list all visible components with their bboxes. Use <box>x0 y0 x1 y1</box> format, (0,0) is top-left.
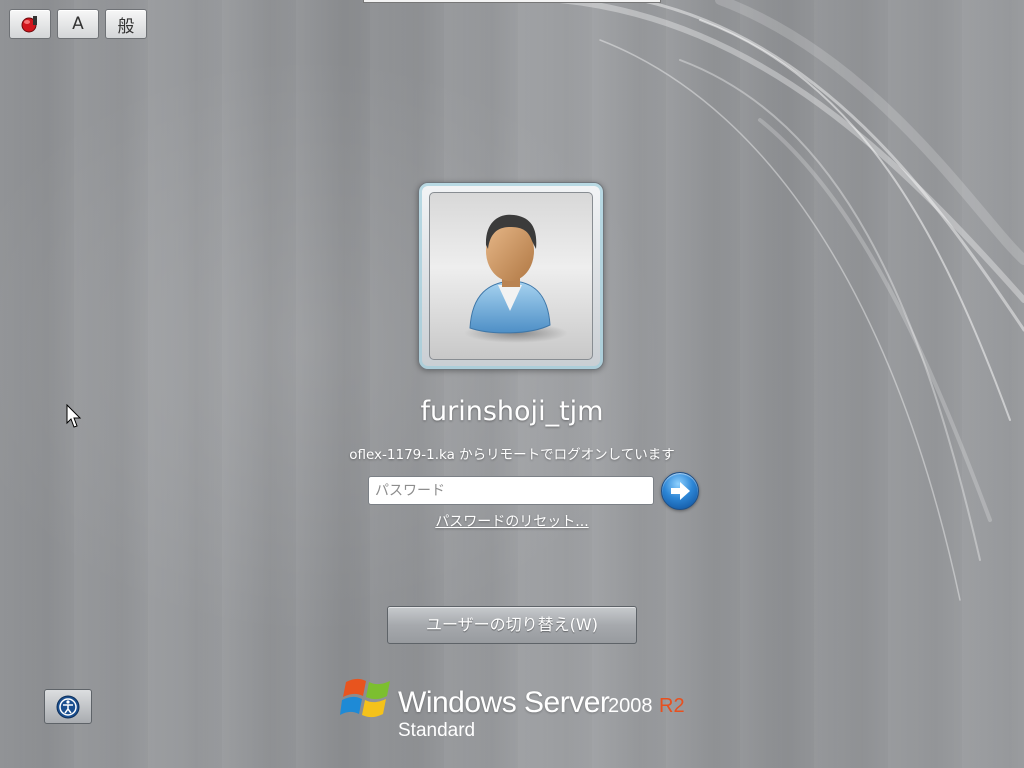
product-name: Windows Server <box>398 686 610 719</box>
input-mode-button[interactable]: A <box>57 9 99 39</box>
background-swirl <box>557 0 1024 601</box>
ime-toolbar: A 般 <box>9 9 147 39</box>
ime-mode-button[interactable] <box>9 9 51 39</box>
conversion-mode-icon: 般 <box>117 16 135 37</box>
input-mode-icon: A <box>72 14 84 34</box>
product-edition: Standard <box>398 720 476 741</box>
submit-button[interactable] <box>661 472 699 510</box>
user-avatar-frame <box>429 192 593 360</box>
arrow-right-icon <box>671 482 690 500</box>
mouse-pointer-icon <box>66 404 82 428</box>
ime-mode-icon <box>21 16 37 33</box>
ease-of-access-button[interactable] <box>44 689 92 724</box>
password-input[interactable] <box>368 476 654 505</box>
windows-flag-icon <box>340 678 390 718</box>
reset-password-link[interactable]: パスワードのリセット... <box>300 511 724 531</box>
remote-logon-message: oflex-1179-1.ka からリモートでログオンしています <box>349 447 675 463</box>
username-label: furinshoji_tjm <box>420 396 604 427</box>
conversion-mode-button[interactable]: 般 <box>105 9 147 39</box>
remote-session-bar <box>363 0 661 3</box>
switch-user-button[interactable]: ユーザーの切り替え(W) <box>387 606 637 644</box>
user-tile[interactable] <box>418 182 604 370</box>
default-user-icon <box>464 214 568 343</box>
product-version: 2008 <box>608 695 653 717</box>
ease-of-access-icon <box>56 695 80 718</box>
windows-branding: Windows Server 2008 R2 Standard <box>340 672 700 752</box>
product-release: R2 <box>659 695 685 717</box>
